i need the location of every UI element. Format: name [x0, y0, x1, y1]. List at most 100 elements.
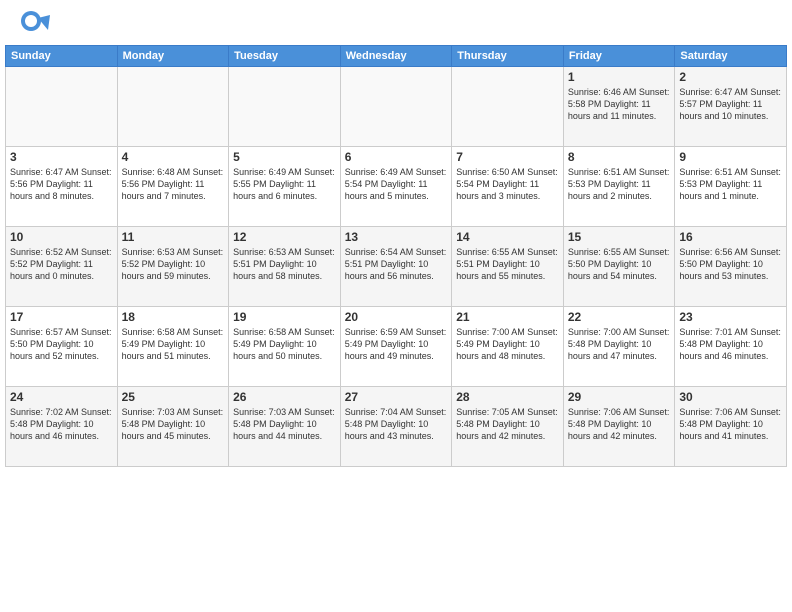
- day-number: 23: [679, 310, 782, 324]
- logo-icon: [20, 10, 50, 40]
- day-number: 2: [679, 70, 782, 84]
- calendar-week-5: 24 Sunrise: 7:02 AM Sunset: 5:48 PM Dayli…: [6, 387, 787, 467]
- day-info: Sunrise: 6:51 AM Sunset: 5:53 PM Dayligh…: [679, 166, 782, 202]
- calendar-cell: 27Sunrise: 7:04 AM Sunset: 5:48 PM Dayli…: [340, 387, 452, 467]
- day-info: Sunrise: 6:50 AM Sunset: 5:54 PM Dayligh…: [456, 166, 559, 202]
- day-number: 17: [10, 310, 113, 324]
- day-number: 10: [10, 230, 113, 244]
- day-number: 1: [568, 70, 671, 84]
- day-number: 3: [10, 150, 113, 164]
- day-number: 8: [568, 150, 671, 164]
- day-info: Sunrise: 7:06 AM Sunset: 5:48 PM Dayligh…: [679, 406, 782, 442]
- calendar-cell: 8 Sunrise: 6:51 AM Sunset: 5:53 PM Daylig…: [563, 147, 675, 227]
- calendar-cell: 12 Sunrise: 6:53 AM Sunset: 5:51 PM Dayli…: [229, 227, 341, 307]
- weekday-header-thursday: Thursday: [452, 46, 564, 67]
- page-header: [0, 0, 792, 45]
- day-info: Sunrise: 7:00 AM Sunset: 5:49 PM Dayligh…: [456, 326, 559, 362]
- day-info: Sunrise: 6:58 AM Sunset: 5:49 PM Dayligh…: [122, 326, 225, 362]
- day-number: 11: [122, 230, 225, 244]
- calendar-cell: 11 Sunrise: 6:53 AM Sunset: 5:52 PM Dayli…: [117, 227, 229, 307]
- day-number: 5: [233, 150, 336, 164]
- day-number: 30: [679, 390, 782, 404]
- calendar-week-3: 10 Sunrise: 6:52 AM Sunset: 5:52 PM Dayli…: [6, 227, 787, 307]
- calendar-cell: 28Sunrise: 7:05 AM Sunset: 5:48 PM Dayli…: [452, 387, 564, 467]
- calendar-cell: 1 Sunrise: 6:46 AM Sunset: 5:58 PM Daylig…: [563, 67, 675, 147]
- calendar-cell: 6 Sunrise: 6:49 AM Sunset: 5:54 PM Daylig…: [340, 147, 452, 227]
- day-number: 21: [456, 310, 559, 324]
- calendar-cell: 20 Sunrise: 6:59 AM Sunset: 5:49 PM Dayli…: [340, 307, 452, 387]
- calendar-wrapper: SundayMondayTuesdayWednesdayThursdayFrid…: [0, 45, 792, 472]
- calendar-cell: 21 Sunrise: 7:00 AM Sunset: 5:49 PM Dayli…: [452, 307, 564, 387]
- calendar-cell: 16 Sunrise: 6:56 AM Sunset: 5:50 PM Dayli…: [675, 227, 787, 307]
- calendar-header: SundayMondayTuesdayWednesdayThursdayFrid…: [6, 46, 787, 67]
- weekday-header-saturday: Saturday: [675, 46, 787, 67]
- day-info: Sunrise: 6:46 AM Sunset: 5:58 PM Dayligh…: [568, 86, 671, 122]
- day-info: Sunrise: 6:55 AM Sunset: 5:51 PM Dayligh…: [456, 246, 559, 282]
- calendar-cell: 13 Sunrise: 6:54 AM Sunset: 5:51 PM Dayli…: [340, 227, 452, 307]
- calendar-cell: 14 Sunrise: 6:55 AM Sunset: 5:51 PM Dayli…: [452, 227, 564, 307]
- day-info: Sunrise: 6:49 AM Sunset: 5:54 PM Dayligh…: [345, 166, 448, 202]
- day-number: 22: [568, 310, 671, 324]
- calendar-cell: 30 Sunrise: 7:06 AM Sunset: 5:48 PM Dayli…: [675, 387, 787, 467]
- day-info: Sunrise: 6:51 AM Sunset: 5:53 PM Dayligh…: [568, 166, 671, 202]
- day-number: 18: [122, 310, 225, 324]
- day-info: Sunrise: 6:59 AM Sunset: 5:49 PM Dayligh…: [345, 326, 448, 362]
- calendar-cell: 2 Sunrise: 6:47 AM Sunset: 5:57 PM Daylig…: [675, 67, 787, 147]
- calendar-week-1: 1 Sunrise: 6:46 AM Sunset: 5:58 PM Daylig…: [6, 67, 787, 147]
- calendar-cell: 9 Sunrise: 6:51 AM Sunset: 5:53 PM Daylig…: [675, 147, 787, 227]
- day-number: 4: [122, 150, 225, 164]
- day-number: 29: [568, 390, 671, 404]
- day-info: Sunrise: 6:53 AM Sunset: 5:52 PM Dayligh…: [122, 246, 225, 282]
- day-info: Sunrise: 6:47 AM Sunset: 5:56 PM Dayligh…: [10, 166, 113, 202]
- day-info: Sunrise: 7:00 AM Sunset: 5:48 PM Dayligh…: [568, 326, 671, 362]
- calendar-table: SundayMondayTuesdayWednesdayThursdayFrid…: [5, 45, 787, 467]
- day-number: 19: [233, 310, 336, 324]
- day-info: Sunrise: 7:02 AM Sunset: 5:48 PM Dayligh…: [10, 406, 113, 442]
- weekday-header-friday: Friday: [563, 46, 675, 67]
- day-info: Sunrise: 6:52 AM Sunset: 5:52 PM Dayligh…: [10, 246, 113, 282]
- day-info: Sunrise: 6:57 AM Sunset: 5:50 PM Dayligh…: [10, 326, 113, 362]
- day-info: Sunrise: 7:04 AM Sunset: 5:48 PM Dayligh…: [345, 406, 448, 442]
- day-info: Sunrise: 7:03 AM Sunset: 5:48 PM Dayligh…: [122, 406, 225, 442]
- calendar-body: 1 Sunrise: 6:46 AM Sunset: 5:58 PM Daylig…: [6, 67, 787, 467]
- calendar-cell: 25 Sunrise: 7:03 AM Sunset: 5:48 PM Dayli…: [117, 387, 229, 467]
- day-number: 28: [456, 390, 559, 404]
- day-info: Sunrise: 6:48 AM Sunset: 5:56 PM Dayligh…: [122, 166, 225, 202]
- day-number: 20: [345, 310, 448, 324]
- day-info: Sunrise: 7:03 AM Sunset: 5:48 PM Dayligh…: [233, 406, 336, 442]
- calendar-cell: 5 Sunrise: 6:49 AM Sunset: 5:55 PM Daylig…: [229, 147, 341, 227]
- day-info: Sunrise: 6:47 AM Sunset: 5:57 PM Dayligh…: [679, 86, 782, 122]
- day-info: Sunrise: 7:06 AM Sunset: 5:48 PM Dayligh…: [568, 406, 671, 442]
- day-info: Sunrise: 6:54 AM Sunset: 5:51 PM Dayligh…: [345, 246, 448, 282]
- calendar-cell: 17 Sunrise: 6:57 AM Sunset: 5:50 PM Dayli…: [6, 307, 118, 387]
- day-number: 13: [345, 230, 448, 244]
- day-number: 9: [679, 150, 782, 164]
- calendar-cell: 7 Sunrise: 6:50 AM Sunset: 5:54 PM Daylig…: [452, 147, 564, 227]
- weekday-header-wednesday: Wednesday: [340, 46, 452, 67]
- calendar-cell: [452, 67, 564, 147]
- day-info: Sunrise: 6:49 AM Sunset: 5:55 PM Dayligh…: [233, 166, 336, 202]
- calendar-cell: [6, 67, 118, 147]
- calendar-cell: 19 Sunrise: 6:58 AM Sunset: 5:49 PM Dayli…: [229, 307, 341, 387]
- day-number: 16: [679, 230, 782, 244]
- calendar-cell: 29 Sunrise: 7:06 AM Sunset: 5:48 PM Dayli…: [563, 387, 675, 467]
- logo: [20, 10, 52, 40]
- day-number: 6: [345, 150, 448, 164]
- day-number: 12: [233, 230, 336, 244]
- day-number: 24: [10, 390, 113, 404]
- day-info: Sunrise: 6:55 AM Sunset: 5:50 PM Dayligh…: [568, 246, 671, 282]
- day-number: 25: [122, 390, 225, 404]
- calendar-cell: 3 Sunrise: 6:47 AM Sunset: 5:56 PM Daylig…: [6, 147, 118, 227]
- day-info: Sunrise: 7:01 AM Sunset: 5:48 PM Dayligh…: [679, 326, 782, 362]
- day-info: Sunrise: 6:53 AM Sunset: 5:51 PM Dayligh…: [233, 246, 336, 282]
- calendar-cell: 4 Sunrise: 6:48 AM Sunset: 5:56 PM Daylig…: [117, 147, 229, 227]
- day-number: 26: [233, 390, 336, 404]
- day-number: 14: [456, 230, 559, 244]
- calendar-cell: 22 Sunrise: 7:00 AM Sunset: 5:48 PM Dayli…: [563, 307, 675, 387]
- calendar-cell: 10 Sunrise: 6:52 AM Sunset: 5:52 PM Dayli…: [6, 227, 118, 307]
- day-number: 7: [456, 150, 559, 164]
- calendar-cell: [117, 67, 229, 147]
- day-info: Sunrise: 6:56 AM Sunset: 5:50 PM Dayligh…: [679, 246, 782, 282]
- calendar-cell: 26 Sunrise: 7:03 AM Sunset: 5:48 PM Dayli…: [229, 387, 341, 467]
- day-info: Sunrise: 6:58 AM Sunset: 5:49 PM Dayligh…: [233, 326, 336, 362]
